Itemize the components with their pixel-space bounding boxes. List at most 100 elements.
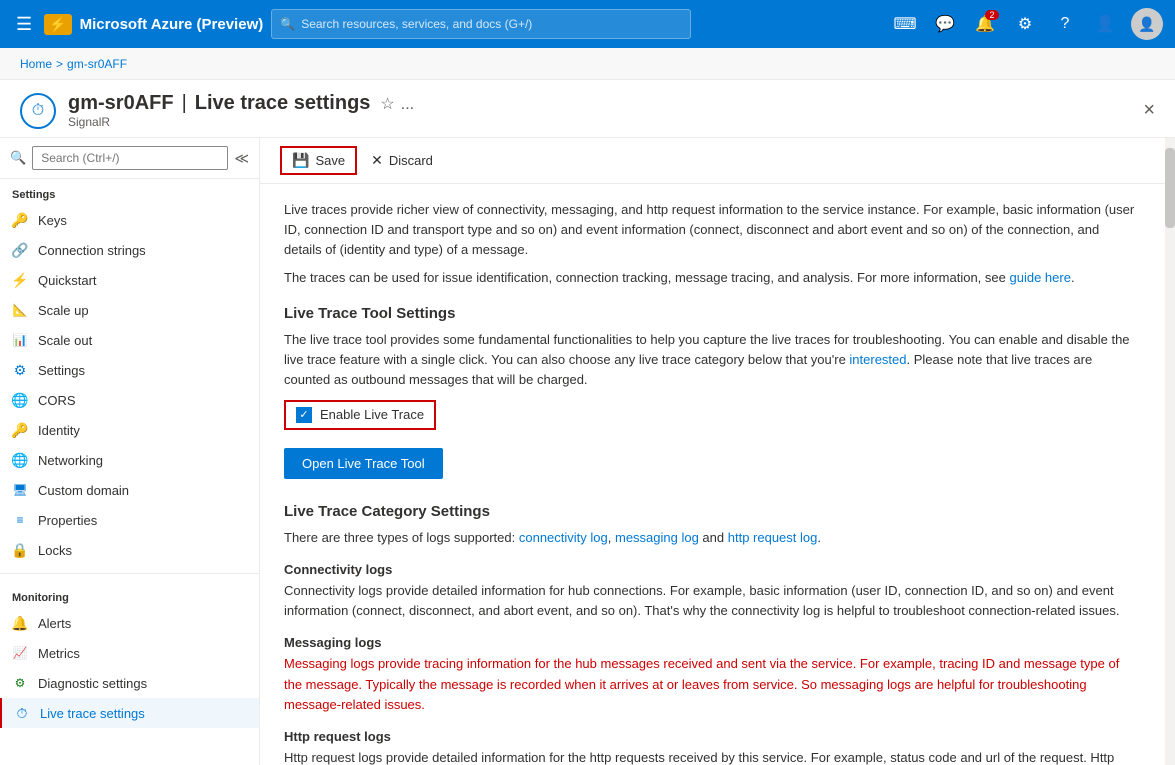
enable-trace-row[interactable]: ✓ Enable Live Trace bbox=[284, 400, 436, 430]
save-button[interactable]: 💾 Save bbox=[280, 146, 357, 175]
notification-badge: 2 bbox=[985, 10, 999, 20]
topbar-icons: ⌨ 💬 🔔 2 ⚙ ? 👤 👤 bbox=[887, 6, 1163, 42]
sidebar-item-label: Diagnostic settings bbox=[38, 676, 147, 691]
sidebar-item-label: Live trace settings bbox=[40, 706, 145, 721]
scale-out-icon: 📊 bbox=[12, 332, 28, 348]
hamburger-menu[interactable]: ☰ bbox=[12, 10, 36, 39]
sidebar-item-quickstart[interactable]: ⚡ Quickstart bbox=[0, 265, 259, 295]
sidebar-item-live-trace[interactable]: ⏱ Live trace settings bbox=[0, 698, 259, 728]
sidebar-item-label: Quickstart bbox=[38, 273, 97, 288]
sidebar-divider bbox=[0, 573, 259, 574]
sidebar-item-diagnostic-settings[interactable]: ⚙ Diagnostic settings bbox=[0, 668, 259, 698]
sidebar-item-label: CORS bbox=[38, 393, 76, 408]
avatar[interactable]: 👤 bbox=[1131, 8, 1163, 40]
sidebar-item-locks[interactable]: 🔒 Locks bbox=[0, 535, 259, 565]
networking-icon: 🌐 bbox=[12, 452, 28, 468]
identity-icon: 🔑 bbox=[12, 422, 28, 438]
save-icon: 💾 bbox=[292, 152, 309, 169]
spark-icon: ⚡ bbox=[44, 14, 71, 35]
page-header-icon: ⏱ bbox=[20, 93, 56, 129]
sidebar-search-bar: 🔍 ≪ bbox=[0, 138, 259, 179]
sidebar-item-label: Locks bbox=[38, 543, 72, 558]
sidebar-item-metrics[interactable]: 📈 Metrics bbox=[0, 638, 259, 668]
cors-icon: 🌐 bbox=[12, 392, 28, 408]
page-title: Live trace settings bbox=[195, 92, 371, 115]
open-trace-button[interactable]: Open Live Trace Tool bbox=[284, 448, 443, 479]
search-placeholder: Search resources, services, and docs (G+… bbox=[301, 17, 532, 31]
discard-button[interactable]: ✕ Discard bbox=[361, 147, 443, 174]
guide-link-1[interactable]: guide here bbox=[1009, 270, 1070, 285]
sidebar-item-alerts[interactable]: 🔔 Alerts bbox=[0, 608, 259, 638]
http-desc: Http request logs provide detailed infor… bbox=[284, 748, 1136, 765]
feedback-icon-btn[interactable]: 💬 bbox=[927, 6, 963, 42]
custom-domain-icon: 🖥 bbox=[12, 482, 28, 498]
messaging-title: Messaging logs bbox=[284, 635, 1136, 650]
clock-icon: ⏱ bbox=[32, 102, 44, 120]
quickstart-icon: ⚡ bbox=[12, 272, 28, 288]
sidebar-search-icon: 🔍 bbox=[10, 150, 26, 166]
sidebar-item-scale-out[interactable]: 📊 Scale out bbox=[0, 325, 259, 355]
connection-strings-icon: 🔗 bbox=[12, 242, 28, 258]
page-header-actions: × bbox=[1143, 99, 1155, 122]
sidebar-item-connection-strings[interactable]: 🔗 Connection strings bbox=[0, 235, 259, 265]
connectivity-desc: Connectivity logs provide detailed infor… bbox=[284, 581, 1136, 621]
enable-trace-checkbox[interactable]: ✓ bbox=[296, 407, 312, 423]
page-header-pipe: | bbox=[182, 92, 187, 115]
metrics-icon: 📈 bbox=[12, 645, 28, 661]
sidebar-item-label: Metrics bbox=[38, 646, 80, 661]
search-bar[interactable]: 🔍 Search resources, services, and docs (… bbox=[271, 9, 691, 39]
section1-title: Live Trace Tool Settings bbox=[284, 305, 1136, 322]
close-button[interactable]: × bbox=[1143, 99, 1155, 122]
sidebar-item-scale-up[interactable]: 📐 Scale up bbox=[0, 295, 259, 325]
help-icon-btn[interactable]: ? bbox=[1047, 6, 1083, 42]
save-label: Save bbox=[315, 153, 345, 168]
topbar: ☰ ⚡ Microsoft Azure (Preview) 🔍 Search r… bbox=[0, 0, 1175, 48]
open-trace-btn-container: Open Live Trace Tool bbox=[284, 440, 1136, 487]
sidebar-scroll-container: Settings 🔑 Keys 🔗 Connection strings ⚡ Q… bbox=[0, 179, 259, 765]
breadcrumb: Home > gm-sr0AFF bbox=[0, 48, 1175, 80]
sidebar-item-label: Connection strings bbox=[38, 243, 146, 258]
connectivity-title: Connectivity logs bbox=[284, 562, 1136, 577]
section-label-settings: Settings bbox=[0, 179, 259, 205]
section2-title: Live Trace Category Settings bbox=[284, 503, 1136, 520]
terminal-icon-btn[interactable]: ⌨ bbox=[887, 6, 923, 42]
diagnostic-icon: ⚙ bbox=[12, 675, 28, 691]
main-scrollbar-thumb[interactable] bbox=[1165, 148, 1175, 228]
breadcrumb-sep1: > bbox=[56, 57, 63, 71]
favorite-star[interactable]: ☆ bbox=[380, 94, 394, 114]
page-header-text: gm-sr0AFF | Live trace settings ☆ ... Si… bbox=[68, 92, 1131, 129]
sidebar-item-identity[interactable]: 🔑 Identity bbox=[0, 415, 259, 445]
sidebar-item-label: Properties bbox=[38, 513, 97, 528]
settings-icon-btn[interactable]: ⚙ bbox=[1007, 6, 1043, 42]
sidebar-collapse-btn[interactable]: ≪ bbox=[234, 150, 249, 167]
sidebar-item-cors[interactable]: 🌐 CORS bbox=[0, 385, 259, 415]
sidebar-item-properties[interactable]: ≡ Properties bbox=[0, 505, 259, 535]
main-scrollbar[interactable] bbox=[1165, 138, 1175, 765]
sidebar-search-input[interactable] bbox=[32, 146, 228, 170]
sidebar-item-keys[interactable]: 🔑 Keys bbox=[0, 205, 259, 235]
alerts-icon: 🔔 bbox=[12, 615, 28, 631]
user-voice-icon-btn[interactable]: 👤 bbox=[1087, 6, 1123, 42]
page-subtitle: SignalR bbox=[68, 115, 1131, 129]
discard-label: Discard bbox=[389, 153, 433, 168]
notifications-icon-btn[interactable]: 🔔 2 bbox=[967, 6, 1003, 42]
breadcrumb-home[interactable]: Home bbox=[20, 57, 52, 71]
breadcrumb-resource[interactable]: gm-sr0AFF bbox=[67, 57, 127, 71]
more-actions-dots[interactable]: ... bbox=[401, 96, 414, 114]
settings-icon: ⚙ bbox=[12, 362, 28, 378]
section1-desc: The live trace tool provides some fundam… bbox=[284, 330, 1136, 390]
section2-desc: There are three types of logs supported:… bbox=[284, 528, 1136, 548]
keys-icon: 🔑 bbox=[12, 212, 28, 228]
sidebar-item-label: Identity bbox=[38, 423, 80, 438]
sidebar-item-settings[interactable]: ⚙ Settings bbox=[0, 355, 259, 385]
sidebar-item-networking[interactable]: 🌐 Networking bbox=[0, 445, 259, 475]
search-icon: 🔍 bbox=[280, 17, 295, 31]
sidebar-item-label: Settings bbox=[38, 363, 85, 378]
live-trace-icon: ⏱ bbox=[14, 705, 30, 721]
properties-icon: ≡ bbox=[12, 512, 28, 528]
sidebar-item-custom-domain[interactable]: 🖥 Custom domain bbox=[0, 475, 259, 505]
brand-title: Microsoft Azure (Preview) bbox=[80, 16, 264, 33]
content-area: Live traces provide richer view of conne… bbox=[260, 184, 1160, 765]
page-container: ⏱ gm-sr0AFF | Live trace settings ☆ ... … bbox=[0, 80, 1175, 765]
resource-name: gm-sr0AFF bbox=[68, 92, 174, 115]
